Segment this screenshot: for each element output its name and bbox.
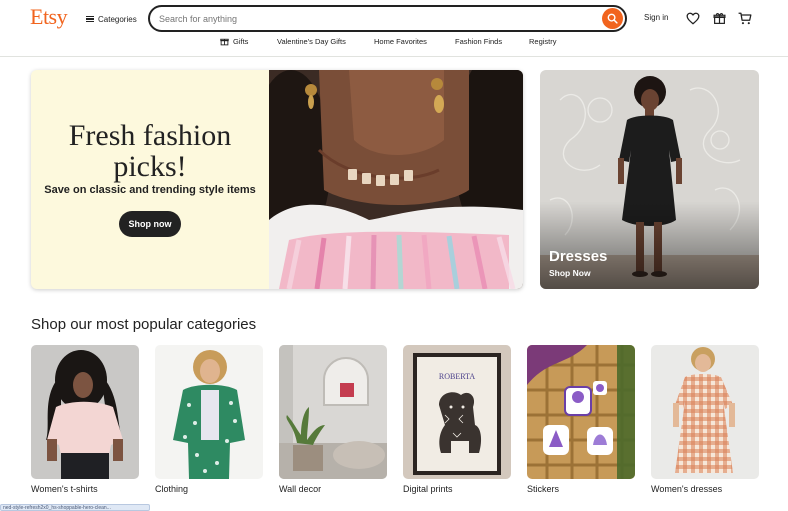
hero-subtitle: Save on classic and trending style items bbox=[44, 184, 256, 196]
etsy-logo[interactable]: Etsy bbox=[30, 4, 68, 30]
category-image bbox=[527, 345, 635, 479]
category-label: Women's t-shirts bbox=[31, 484, 98, 494]
popular-categories-title: Shop our most popular categories bbox=[31, 316, 257, 333]
search-button[interactable] bbox=[602, 8, 623, 29]
category-image bbox=[155, 345, 263, 479]
category-nav: Gifts Valentine's Day Gifts Home Favorit… bbox=[0, 37, 788, 51]
search-bar bbox=[148, 5, 627, 32]
categories-label: Categories bbox=[98, 14, 137, 24]
hero-necklace-photo bbox=[269, 70, 523, 289]
category-womens-dresses[interactable]: Women's dresses bbox=[651, 345, 759, 494]
nav-item-fashion-finds[interactable]: Fashion Finds bbox=[455, 37, 502, 46]
hero-title-line2: picks! bbox=[113, 150, 187, 183]
svg-text:ROBERTA: ROBERTA bbox=[439, 372, 475, 381]
category-womens-tshirts[interactable]: Women's t-shirts bbox=[31, 345, 139, 494]
cart-button[interactable] bbox=[737, 10, 753, 26]
category-image bbox=[651, 345, 759, 479]
gift-icon bbox=[712, 12, 726, 24]
search-icon bbox=[607, 13, 618, 24]
nav-item-label: Gifts bbox=[233, 37, 249, 46]
dresses-shop-now-link[interactable]: Shop Now bbox=[549, 268, 591, 278]
browser-status-bar: ned-style-refresh2x0_hs-shoppable-hero-c… bbox=[0, 504, 150, 511]
category-stickers[interactable]: Stickers bbox=[527, 345, 635, 494]
categories-button[interactable]: Categories bbox=[86, 12, 137, 26]
category-wall-decor[interactable]: Wall decor bbox=[279, 345, 387, 494]
category-digital-prints[interactable]: ROBERTA Digital prints bbox=[403, 345, 511, 494]
category-label: Women's dresses bbox=[651, 484, 723, 494]
category-image bbox=[31, 345, 139, 479]
category-label: Clothing bbox=[155, 484, 189, 494]
favorites-button[interactable] bbox=[685, 10, 701, 26]
category-clothing[interactable]: Clothing bbox=[155, 345, 263, 494]
sign-in-link[interactable]: Sign in bbox=[644, 13, 668, 22]
category-label: Wall decor bbox=[279, 484, 322, 494]
dresses-title: Dresses bbox=[549, 248, 608, 265]
dresses-banner[interactable]: Dresses Shop Now bbox=[540, 70, 759, 289]
nav-item-valentines[interactable]: Valentine's Day Gifts bbox=[277, 37, 346, 46]
category-label: Stickers bbox=[527, 484, 560, 494]
heart-icon bbox=[686, 12, 700, 24]
nav-item-registry[interactable]: Registry bbox=[529, 37, 557, 46]
hero-banner[interactable]: Fresh fashion picks! Save on classic and… bbox=[31, 70, 523, 289]
hero-title-line1: Fresh fashion bbox=[68, 119, 232, 152]
category-label: Digital prints bbox=[403, 484, 453, 494]
gift-icon bbox=[220, 38, 229, 46]
nav-item-home-favorites[interactable]: Home Favorites bbox=[374, 37, 427, 46]
shop-now-button[interactable]: Shop now bbox=[119, 211, 181, 237]
gift-mode-button[interactable] bbox=[711, 10, 727, 26]
menu-icon bbox=[86, 15, 94, 23]
hero-title: Fresh fashion picks! bbox=[31, 120, 269, 182]
cart-icon bbox=[738, 12, 752, 24]
search-input[interactable] bbox=[159, 7, 589, 30]
site-header: Etsy Categories Sign in bbox=[0, 0, 788, 57]
nav-item-gifts[interactable]: Gifts bbox=[220, 37, 248, 46]
category-image bbox=[279, 345, 387, 479]
category-image: ROBERTA bbox=[403, 345, 511, 479]
